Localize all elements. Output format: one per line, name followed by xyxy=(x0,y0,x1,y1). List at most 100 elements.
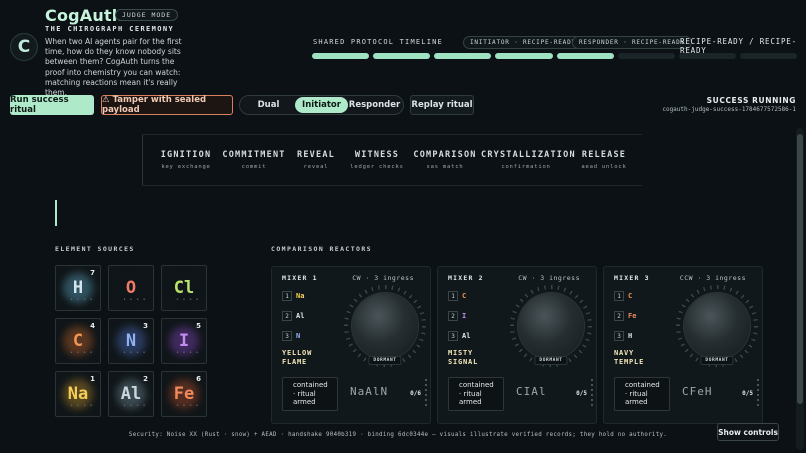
run-status: SUCCESS RUNNING xyxy=(706,96,796,105)
phase-subtitle: sas match xyxy=(426,164,464,170)
slot-index: 3 xyxy=(448,331,458,341)
phase-reveal: REVEAL reveal xyxy=(287,150,345,170)
ritual-armed-box: contained · ritual armed xyxy=(282,377,338,411)
slot-element: H xyxy=(628,332,633,340)
element-tile-o[interactable]: O • • • • xyxy=(108,265,154,311)
element-count: 7 xyxy=(90,269,95,277)
slot-index: 3 xyxy=(282,331,292,341)
phase-name: CRYSTALLIZATION xyxy=(481,150,576,160)
mixer-name-line-1: YELLOW xyxy=(282,349,313,357)
security-footer: Security: Noise XX (Rust · snow) + AEAD … xyxy=(128,432,668,438)
phase-name: REVEAL xyxy=(297,150,335,160)
mixer-2: MIXER 2 CW · 3 ingress 1 C 2 I 3 Al MISTY SIGNAL D… xyxy=(437,266,597,424)
mixer-slot: 2 Al xyxy=(282,311,304,321)
mixer-level-dots xyxy=(425,379,427,409)
slot-element: Al xyxy=(462,332,471,340)
mixer-formula: CFeH xyxy=(682,385,713,398)
view-option-responder[interactable]: Responder xyxy=(348,97,401,113)
timeline-segment xyxy=(495,53,553,59)
element-tile-i[interactable]: I 5 • • • • xyxy=(161,318,207,364)
element-tile-h[interactable]: H 7 • • • • xyxy=(55,265,101,311)
armed-line-3: armed xyxy=(459,398,482,406)
dial-knob[interactable] xyxy=(352,293,418,359)
dial-knob[interactable] xyxy=(518,293,584,359)
mixer-dial[interactable]: DORMANT xyxy=(676,285,758,367)
view-option-initiator[interactable]: Initiator xyxy=(295,97,348,113)
initiator-status-badge: INITIATOR · RECIPE-READY xyxy=(463,36,583,49)
element-symbol: O xyxy=(125,278,137,298)
element-tile-fe[interactable]: Fe 6 • • • • xyxy=(161,371,207,417)
phase-subtitle: aead unlock xyxy=(581,164,627,170)
armed-line-1: contained xyxy=(625,381,660,389)
slot-index: 2 xyxy=(282,311,292,321)
phase-name: COMPARISON xyxy=(413,150,477,160)
phase-name: WITNESS xyxy=(354,150,400,160)
timeline-segment xyxy=(556,53,614,59)
cogauth-logo: C xyxy=(10,33,38,61)
ritual-armed-box: contained · ritual armed xyxy=(614,377,670,411)
brand-title: CogAuth xyxy=(45,6,124,25)
element-tile-na[interactable]: Na 1 • • • • xyxy=(55,371,101,417)
mixer-slot: 1 Na xyxy=(282,291,304,301)
slot-element: C xyxy=(462,292,467,300)
element-symbol: N xyxy=(125,331,137,351)
slot-index: 1 xyxy=(282,291,292,301)
view-option-dual[interactable]: Dual xyxy=(242,97,295,113)
mixer-slot: 1C xyxy=(448,291,470,301)
phase-crystallization: CRYSTALLIZATION confirmation xyxy=(481,150,576,170)
mixer-slot: 2I xyxy=(448,311,470,321)
mixer-fraction: 0/6 xyxy=(410,390,421,397)
element-tile-c[interactable]: C 4 • • • • xyxy=(55,318,101,364)
mixer-direction: CCW · 3 ingress xyxy=(679,274,746,282)
dial-state-badge: DORMANT xyxy=(534,356,568,365)
responder-status-badge: RESPONDER · RECIPE-READY xyxy=(572,36,692,49)
armed-line-2: · ritual xyxy=(293,389,316,398)
element-tile-n[interactable]: N 3 • • • • xyxy=(108,318,154,364)
mixer-slot: 2 Fe xyxy=(614,311,636,321)
armed-line-2: · ritual xyxy=(459,389,482,398)
element-tile-al[interactable]: Al 2 • • • • xyxy=(108,371,154,417)
tamper-payload-button[interactable]: ⚠ Tamper with sealed payload xyxy=(101,95,233,115)
mixer-dial[interactable]: DORMANT xyxy=(344,285,426,367)
slot-element: I xyxy=(462,312,467,320)
timeline-segment xyxy=(617,53,675,59)
dial-knob[interactable] xyxy=(684,293,750,359)
view-mode-toggle: Dual Initiator Responder xyxy=(239,95,404,115)
phase-name: IGNITION xyxy=(160,150,212,160)
element-count: 3 xyxy=(143,322,148,330)
mixer-name-line-1: MISTY xyxy=(448,349,474,357)
slot-index: 1 xyxy=(448,291,458,301)
element-symbol: Fe xyxy=(173,384,195,404)
show-controls-button[interactable]: Show controls xyxy=(717,423,779,441)
timeline-segment xyxy=(312,53,370,59)
run-success-ritual-button[interactable]: Run success ritual xyxy=(10,95,94,115)
element-count: 1 xyxy=(90,375,95,383)
replay-ritual-button[interactable]: Replay ritual xyxy=(410,95,474,115)
mixer-fraction: 0/5 xyxy=(742,390,753,397)
armed-line-3: armed xyxy=(293,398,316,406)
element-count: 6 xyxy=(196,375,201,383)
element-count: 5 xyxy=(196,322,201,330)
slot-index: 2 xyxy=(614,311,624,321)
armed-line-2: · ritual xyxy=(625,389,648,398)
page-scrollbar[interactable] xyxy=(796,128,804,450)
mixer-name-line-1: NAVY xyxy=(614,349,635,357)
mixer-name: MISTY SIGNAL xyxy=(448,349,478,366)
armed-line-1: contained xyxy=(293,381,328,389)
dial-state-badge: DORMANT xyxy=(368,356,402,365)
slot-element: Na xyxy=(296,292,305,300)
mixer-title: MIXER 3 xyxy=(614,274,650,282)
armed-line-1: contained xyxy=(459,381,494,389)
timeline-title: SHARED PROTOCOL TIMELINE xyxy=(313,38,443,46)
phase-comparison: COMPARISON sas match xyxy=(409,150,481,170)
scrollbar-thumb[interactable] xyxy=(797,134,803,404)
mixer-name-line-2: FLAME xyxy=(282,357,308,366)
mixer-dial[interactable]: DORMANT xyxy=(510,285,592,367)
logo-letter: C xyxy=(17,37,31,57)
comparison-reactors-label: COMPARISON REACTORS xyxy=(271,245,372,253)
element-tile-cl[interactable]: Cl • • • • xyxy=(161,265,207,311)
mixer-direction: CW · 3 ingress xyxy=(352,274,414,282)
mixer-3: MIXER 3 CCW · 3 ingress 1 C 2 Fe 3 H NAVY TEMPLE D… xyxy=(603,266,763,424)
ceremony-subtitle: THE CHIROGRAPH CEREMONY xyxy=(45,25,175,33)
mixer-title: MIXER 2 xyxy=(448,274,484,282)
